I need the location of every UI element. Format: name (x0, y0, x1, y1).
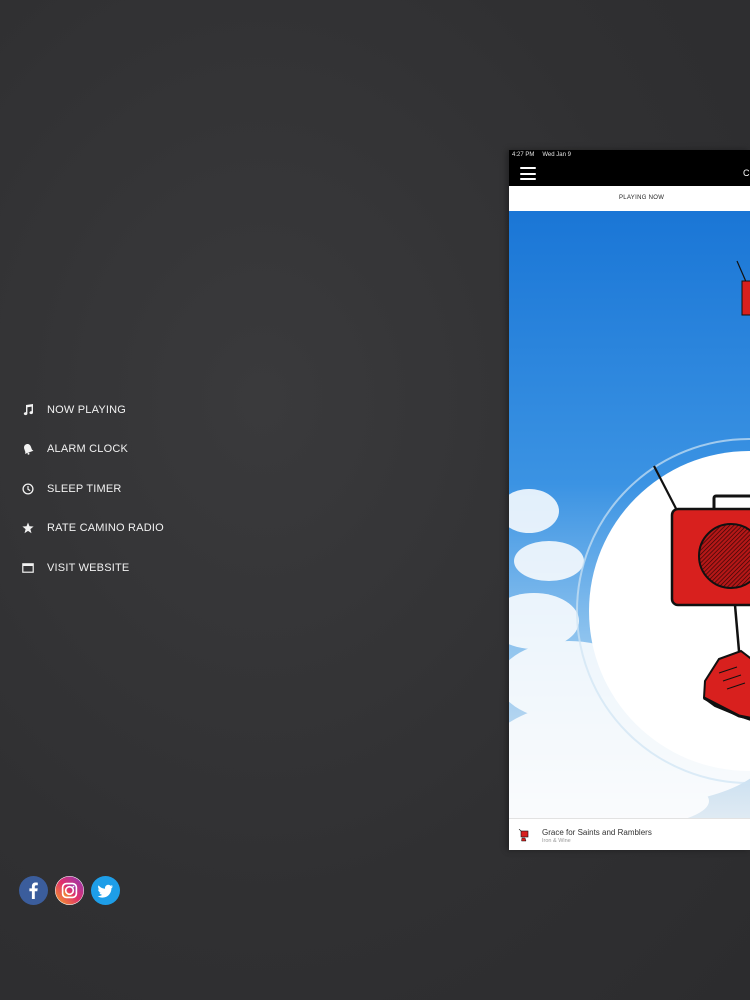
menu-item-label: SLEEP TIMER (47, 482, 122, 495)
clock-icon (20, 481, 36, 497)
nav-bar: C (509, 160, 750, 186)
side-menu: NOW PLAYING ALARM CLOCK SLEEP TIMER RATE… (20, 390, 164, 588)
app-screen: NOW PLAYING ALARM CLOCK SLEEP TIMER RATE… (0, 0, 750, 1000)
menu-item-alarm-clock[interactable]: ALARM CLOCK (20, 430, 164, 470)
alarm-bell-icon (20, 441, 36, 457)
menu-item-rate-app[interactable]: RATE CAMINO RADIO (20, 509, 164, 549)
tab-playing-now[interactable]: PLAYING NOW (509, 186, 750, 212)
tab-label: PLAYING NOW (619, 195, 665, 201)
twitter-icon[interactable] (91, 876, 120, 905)
track-thumbnail (518, 828, 531, 843)
status-date: Wed Jan 9 (542, 152, 571, 158)
menu-item-now-playing[interactable]: NOW PLAYING (20, 390, 164, 430)
facebook-icon[interactable] (19, 876, 48, 905)
menu-item-label: NOW PLAYING (47, 403, 127, 416)
status-bar: 4:27 PM Wed Jan 9 (509, 150, 750, 160)
app-preview-panel[interactable]: 4:27 PM Wed Jan 9 C PLAYING NOW Grace fo… (509, 150, 750, 850)
track-artist: Iron & Wine (542, 838, 571, 844)
status-time: 4:27 PM (512, 152, 535, 158)
menu-item-visit-website[interactable]: VISIT WEBSITE (20, 548, 164, 588)
star-icon (20, 520, 36, 536)
instagram-icon[interactable] (55, 876, 84, 905)
music-note-icon (20, 402, 36, 418)
album-artwork (509, 211, 750, 818)
now-playing-bar[interactable]: Grace for Saints and Ramblers Iron & Win… (509, 818, 750, 850)
menu-item-sleep-timer[interactable]: SLEEP TIMER (20, 469, 164, 509)
menu-item-label: ALARM CLOCK (47, 443, 129, 456)
browser-window-icon (20, 560, 36, 576)
hamburger-menu-icon[interactable] (520, 167, 536, 180)
track-title: Grace for Saints and Ramblers (542, 828, 652, 837)
social-links (19, 876, 120, 905)
menu-item-label: VISIT WEBSITE (47, 561, 130, 574)
nav-title: C (743, 168, 750, 178)
menu-item-label: RATE CAMINO RADIO (47, 522, 164, 535)
